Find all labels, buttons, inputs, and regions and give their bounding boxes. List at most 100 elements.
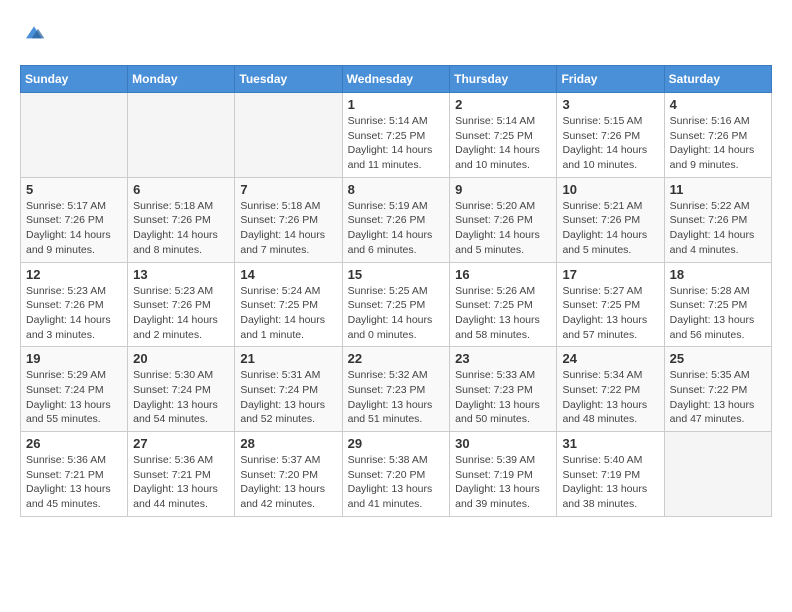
day-number: 18 <box>670 267 766 282</box>
week-row-5: 26 Sunrise: 5:36 AM Sunset: 7:21 PM Dayli… <box>21 432 772 517</box>
weekday-sunday: Sunday <box>21 66 128 93</box>
calendar-cell: 17 Sunrise: 5:27 AM Sunset: 7:25 PM Dayli… <box>557 262 664 347</box>
day-number: 12 <box>26 267 122 282</box>
day-number: 2 <box>455 97 551 112</box>
calendar-cell: 31Sunrise: 5:40 AM Sunset: 7:19 PM Dayli… <box>557 432 664 517</box>
day-info: Sunrise: 5:24 AM Sunset: 7:25 PM Dayligh… <box>240 284 336 343</box>
calendar-cell: 5 Sunrise: 5:17 AM Sunset: 7:26 PM Daylig… <box>21 177 128 262</box>
calendar-cell: 8 Sunrise: 5:19 AM Sunset: 7:26 PM Daylig… <box>342 177 450 262</box>
calendar-cell: 25 Sunrise: 5:35 AM Sunset: 7:22 PM Dayli… <box>664 347 771 432</box>
day-info: Sunrise: 5:21 AM Sunset: 7:26 PM Dayligh… <box>562 199 658 258</box>
day-info: Sunrise: 5:18 AM Sunset: 7:26 PM Dayligh… <box>133 199 229 258</box>
week-row-2: 5 Sunrise: 5:17 AM Sunset: 7:26 PM Daylig… <box>21 177 772 262</box>
day-number: 4 <box>670 97 766 112</box>
day-info: Sunrise: 5:36 AM Sunset: 7:21 PM Dayligh… <box>26 453 122 512</box>
day-number: 15 <box>348 267 445 282</box>
calendar-cell: 15 Sunrise: 5:25 AM Sunset: 7:25 PM Dayli… <box>342 262 450 347</box>
weekday-wednesday: Wednesday <box>342 66 450 93</box>
day-info: Sunrise: 5:35 AM Sunset: 7:22 PM Dayligh… <box>670 368 766 427</box>
weekday-friday: Friday <box>557 66 664 93</box>
day-info: Sunrise: 5:27 AM Sunset: 7:25 PM Dayligh… <box>562 284 658 343</box>
calendar-table: SundayMondayTuesdayWednesdayThursdayFrid… <box>20 65 772 517</box>
day-info: Sunrise: 5:37 AM Sunset: 7:20 PM Dayligh… <box>240 453 336 512</box>
day-info: Sunrise: 5:15 AM Sunset: 7:26 PM Dayligh… <box>562 114 658 173</box>
calendar-cell: 13Sunrise: 5:23 AM Sunset: 7:26 PM Dayli… <box>128 262 235 347</box>
calendar-cell: 14 Sunrise: 5:24 AM Sunset: 7:25 PM Dayli… <box>235 262 342 347</box>
day-info: Sunrise: 5:17 AM Sunset: 7:26 PM Dayligh… <box>26 199 122 258</box>
calendar-cell: 7 Sunrise: 5:18 AM Sunset: 7:26 PM Daylig… <box>235 177 342 262</box>
calendar-cell: 4 Sunrise: 5:16 AM Sunset: 7:26 PM Daylig… <box>664 93 771 178</box>
day-number: 23 <box>455 351 551 366</box>
day-number: 26 <box>26 436 122 451</box>
day-info: Sunrise: 5:20 AM Sunset: 7:26 PM Dayligh… <box>455 199 551 258</box>
day-info: Sunrise: 5:38 AM Sunset: 7:20 PM Dayligh… <box>348 453 445 512</box>
day-info: Sunrise: 5:33 AM Sunset: 7:23 PM Dayligh… <box>455 368 551 427</box>
calendar-cell: 22 Sunrise: 5:32 AM Sunset: 7:23 PM Dayli… <box>342 347 450 432</box>
day-number: 25 <box>670 351 766 366</box>
day-number: 16 <box>455 267 551 282</box>
logo-icon <box>22 20 46 44</box>
day-info: Sunrise: 5:19 AM Sunset: 7:26 PM Dayligh… <box>348 199 445 258</box>
logo <box>20 20 46 49</box>
week-row-1: 1 Sunrise: 5:14 AM Sunset: 7:25 PM Daylig… <box>21 93 772 178</box>
day-number: 31 <box>562 436 658 451</box>
calendar-cell: 6 Sunrise: 5:18 AM Sunset: 7:26 PM Daylig… <box>128 177 235 262</box>
calendar-cell: 3 Sunrise: 5:15 AM Sunset: 7:26 PM Daylig… <box>557 93 664 178</box>
day-number: 21 <box>240 351 336 366</box>
day-number: 3 <box>562 97 658 112</box>
day-info: Sunrise: 5:14 AM Sunset: 7:25 PM Dayligh… <box>348 114 445 173</box>
calendar-cell: 30 Sunrise: 5:39 AM Sunset: 7:19 PM Dayli… <box>450 432 557 517</box>
calendar-cell <box>235 93 342 178</box>
calendar-cell: 9 Sunrise: 5:20 AM Sunset: 7:26 PM Daylig… <box>450 177 557 262</box>
calendar-cell: 26 Sunrise: 5:36 AM Sunset: 7:21 PM Dayli… <box>21 432 128 517</box>
calendar-cell: 24 Sunrise: 5:34 AM Sunset: 7:22 PM Dayli… <box>557 347 664 432</box>
day-number: 9 <box>455 182 551 197</box>
day-number: 8 <box>348 182 445 197</box>
calendar-cell: 2 Sunrise: 5:14 AM Sunset: 7:25 PM Daylig… <box>450 93 557 178</box>
day-info: Sunrise: 5:25 AM Sunset: 7:25 PM Dayligh… <box>348 284 445 343</box>
day-number: 6 <box>133 182 229 197</box>
week-row-4: 19Sunrise: 5:29 AM Sunset: 7:24 PM Dayli… <box>21 347 772 432</box>
day-number: 13 <box>133 267 229 282</box>
calendar-cell: 28Sunrise: 5:37 AM Sunset: 7:20 PM Dayli… <box>235 432 342 517</box>
day-number: 11 <box>670 182 766 197</box>
day-info: Sunrise: 5:31 AM Sunset: 7:24 PM Dayligh… <box>240 368 336 427</box>
calendar-cell: 19Sunrise: 5:29 AM Sunset: 7:24 PM Dayli… <box>21 347 128 432</box>
weekday-tuesday: Tuesday <box>235 66 342 93</box>
weekday-monday: Monday <box>128 66 235 93</box>
calendar-cell: 18 Sunrise: 5:28 AM Sunset: 7:25 PM Dayli… <box>664 262 771 347</box>
day-info: Sunrise: 5:28 AM Sunset: 7:25 PM Dayligh… <box>670 284 766 343</box>
day-number: 17 <box>562 267 658 282</box>
calendar-cell: 1 Sunrise: 5:14 AM Sunset: 7:25 PM Daylig… <box>342 93 450 178</box>
day-number: 24 <box>562 351 658 366</box>
day-info: Sunrise: 5:36 AM Sunset: 7:21 PM Dayligh… <box>133 453 229 512</box>
calendar-cell: 10 Sunrise: 5:21 AM Sunset: 7:26 PM Dayli… <box>557 177 664 262</box>
day-number: 14 <box>240 267 336 282</box>
calendar-cell: 12Sunrise: 5:23 AM Sunset: 7:26 PM Dayli… <box>21 262 128 347</box>
calendar-cell: 23 Sunrise: 5:33 AM Sunset: 7:23 PM Dayli… <box>450 347 557 432</box>
calendar-cell: 29 Sunrise: 5:38 AM Sunset: 7:20 PM Dayli… <box>342 432 450 517</box>
calendar-cell: 21 Sunrise: 5:31 AM Sunset: 7:24 PM Dayli… <box>235 347 342 432</box>
day-number: 10 <box>562 182 658 197</box>
day-info: Sunrise: 5:14 AM Sunset: 7:25 PM Dayligh… <box>455 114 551 173</box>
day-info: Sunrise: 5:22 AM Sunset: 7:26 PM Dayligh… <box>670 199 766 258</box>
calendar-cell: 27 Sunrise: 5:36 AM Sunset: 7:21 PM Dayli… <box>128 432 235 517</box>
day-number: 19 <box>26 351 122 366</box>
calendar-cell <box>664 432 771 517</box>
day-number: 1 <box>348 97 445 112</box>
day-number: 29 <box>348 436 445 451</box>
day-number: 5 <box>26 182 122 197</box>
day-info: Sunrise: 5:32 AM Sunset: 7:23 PM Dayligh… <box>348 368 445 427</box>
day-info: Sunrise: 5:39 AM Sunset: 7:19 PM Dayligh… <box>455 453 551 512</box>
day-number: 30 <box>455 436 551 451</box>
day-info: Sunrise: 5:34 AM Sunset: 7:22 PM Dayligh… <box>562 368 658 427</box>
page-header <box>20 20 772 49</box>
day-info: Sunrise: 5:18 AM Sunset: 7:26 PM Dayligh… <box>240 199 336 258</box>
day-number: 22 <box>348 351 445 366</box>
day-number: 20 <box>133 351 229 366</box>
calendar-cell <box>128 93 235 178</box>
day-info: Sunrise: 5:16 AM Sunset: 7:26 PM Dayligh… <box>670 114 766 173</box>
day-info: Sunrise: 5:26 AM Sunset: 7:25 PM Dayligh… <box>455 284 551 343</box>
day-number: 7 <box>240 182 336 197</box>
day-number: 27 <box>133 436 229 451</box>
